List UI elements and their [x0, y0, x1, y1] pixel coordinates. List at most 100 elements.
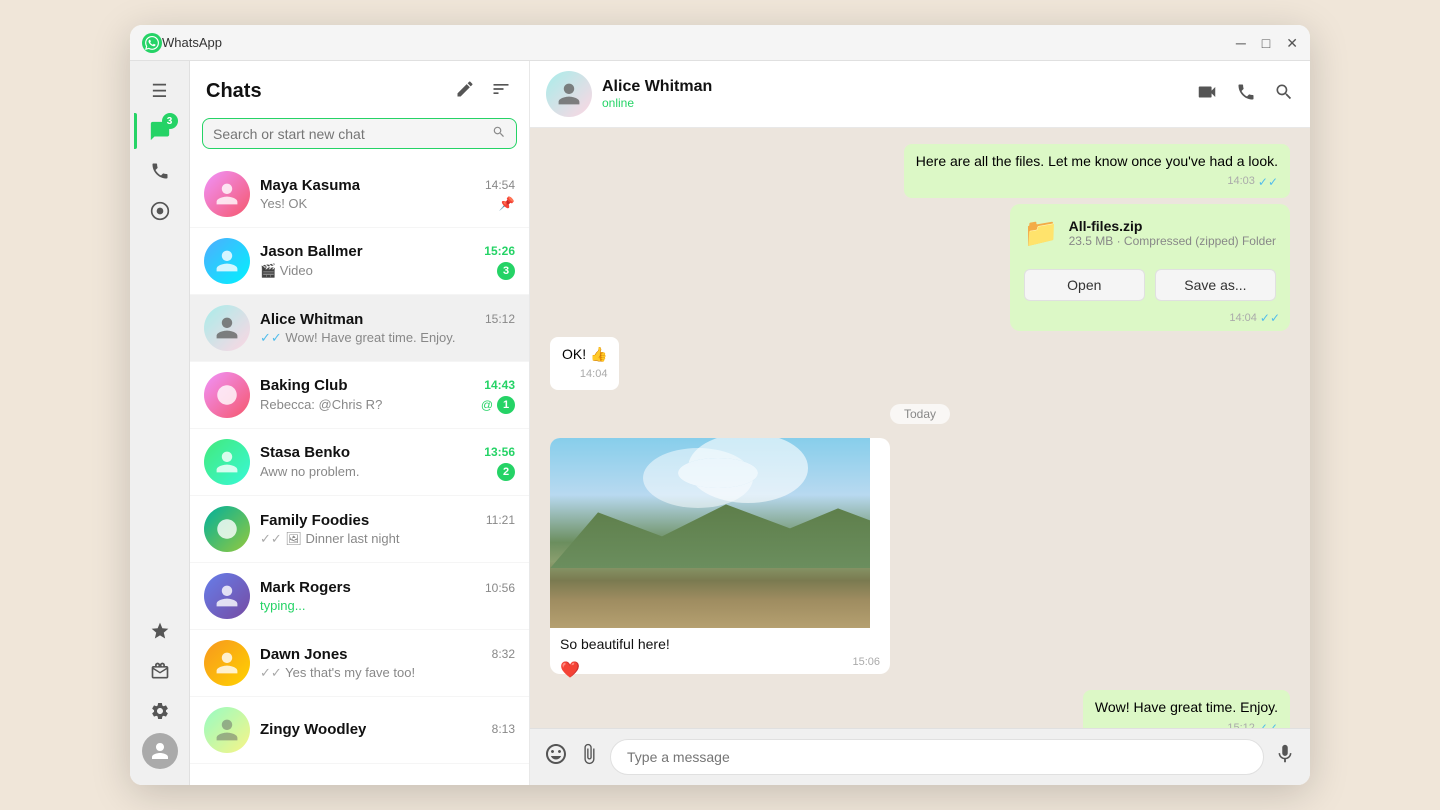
chat-time-alice: 15:12 [485, 312, 515, 326]
avatar-baking [204, 372, 250, 418]
video-call-button[interactable] [1196, 81, 1218, 108]
chat-list-header: Chats [190, 61, 529, 118]
message-5-text: Wow! Have great time. Enjoy. [1095, 699, 1278, 715]
chat-header-status: online [602, 96, 1196, 110]
chat-header-actions [1196, 81, 1294, 108]
nav-starred-icon[interactable] [142, 613, 178, 649]
search-input[interactable] [213, 126, 492, 142]
avatar-mark [204, 573, 250, 619]
message-4-time: 15:06 [852, 656, 880, 668]
chat-name-mark: Mark Rogers [260, 579, 351, 596]
avatar-alice [204, 305, 250, 351]
nav-calls-icon[interactable] [142, 153, 178, 189]
message-1-ticks: ✓✓ [1258, 174, 1278, 191]
image-caption: So beautiful here! [550, 628, 890, 656]
voice-call-button[interactable] [1236, 81, 1256, 108]
save-file-button[interactable]: Save as... [1155, 269, 1276, 301]
message-2-ticks: ✓✓ [1260, 311, 1280, 325]
nav-status-icon[interactable] [142, 193, 178, 229]
chat-preview-maya: Yes! OK [260, 196, 499, 211]
unread-badge-baking: 1 [497, 396, 515, 414]
nav-settings-icon[interactable] [142, 693, 178, 729]
attach-button[interactable] [578, 743, 600, 771]
message-1-text: Here are all the files. Let me know once… [916, 153, 1278, 169]
nav-sidebar: ☰ 3 [130, 61, 190, 785]
chat-list-panel: Chats [190, 61, 530, 785]
chat-item-mark-rogers[interactable]: Mark Rogers 10:56 typing... [190, 563, 529, 630]
search-icon [492, 125, 506, 142]
nav-menu-icon[interactable]: ☰ [142, 73, 178, 109]
chat-header-info: Alice Whitman online [602, 78, 1196, 110]
emoji-button[interactable] [544, 742, 568, 772]
message-2-time: 14:04 [1229, 312, 1257, 324]
titlebar: WhatsApp ─ □ ✕ [130, 25, 1310, 61]
chat-item-family-foodies[interactable]: Family Foodies 11:21 ✓✓ 🖼 Dinner last ni… [190, 496, 529, 563]
chat-name-dawn: Dawn Jones [260, 646, 348, 663]
nav-bottom [142, 613, 178, 773]
chat-item-maya-kasuma[interactable]: Maya Kasuma 14:54 Yes! OK 📌 [190, 161, 529, 228]
chat-item-zingy-woodley[interactable]: Zingy Woodley 8:13 [190, 697, 529, 764]
chat-info-family: Family Foodies 11:21 ✓✓ 🖼 Dinner last ni… [260, 512, 515, 547]
close-button[interactable]: ✕ [1286, 36, 1298, 50]
message-3-time: 14:04 [580, 367, 608, 382]
chat-info-stasa: Stasa Benko 13:56 Aww no problem. 2 [260, 444, 515, 481]
message-4-wrapper: So beautiful here! 15:06 ❤️ [550, 438, 1290, 684]
mountain-photo [550, 438, 870, 628]
chat-preview-dawn: ✓✓ Yes that's my fave too! [260, 665, 515, 681]
chat-name-baking: Baking Club [260, 377, 348, 394]
chat-info-maya: Maya Kasuma 14:54 Yes! OK 📌 [260, 177, 515, 212]
chat-time-mark: 10:56 [485, 581, 515, 595]
app-window: WhatsApp ─ □ ✕ ☰ 3 [130, 25, 1310, 785]
message-input[interactable] [610, 739, 1264, 775]
chat-header-avatar[interactable] [546, 71, 592, 117]
image-meta: 15:06 [550, 656, 890, 674]
search-chat-button[interactable] [1274, 81, 1294, 108]
chat-name-jason: Jason Ballmer [260, 243, 363, 260]
chat-item-stasa-benko[interactable]: Stasa Benko 13:56 Aww no problem. 2 [190, 429, 529, 496]
open-file-button[interactable]: Open [1024, 269, 1145, 301]
new-chat-button[interactable] [453, 77, 477, 106]
chat-time-dawn: 8:32 [492, 647, 515, 661]
nav-archive-icon[interactable] [142, 653, 178, 689]
filter-button[interactable] [489, 77, 513, 106]
avatar-stasa [204, 439, 250, 485]
maximize-button[interactable]: □ [1262, 36, 1270, 50]
message-3-text: OK! 👍 [562, 346, 607, 362]
chat-main: 💬 🌿 ❤ 📞 Alice Whitman online [530, 61, 1310, 785]
avatar-maya [204, 171, 250, 217]
app-logo [142, 33, 162, 53]
message-1: Here are all the files. Let me know once… [904, 144, 1290, 198]
chat-name-stasa: Stasa Benko [260, 444, 350, 461]
file-info: 📁 All-files.zip 23.5 MB · Compressed (zi… [1010, 204, 1290, 249]
minimize-button[interactable]: ─ [1236, 36, 1246, 50]
message-1-time: 14:03 [1227, 174, 1255, 189]
nav-profile-avatar[interactable] [142, 733, 178, 769]
mic-button[interactable] [1274, 743, 1296, 771]
message-2-file: 📁 All-files.zip 23.5 MB · Compressed (zi… [1010, 204, 1290, 331]
chat-info-zingy: Zingy Woodley 8:13 [260, 721, 515, 740]
nav-chats-icon[interactable]: 3 [142, 113, 178, 149]
chat-item-dawn-jones[interactable]: Dawn Jones 8:32 ✓✓ Yes that's my fave to… [190, 630, 529, 697]
chat-info-mark: Mark Rogers 10:56 typing... [260, 579, 515, 613]
file-actions: Open Save as... [1010, 261, 1290, 309]
chat-list-title: Chats [206, 80, 262, 103]
file-icon: 📁 [1024, 216, 1059, 249]
messages-area: Here are all the files. Let me know once… [530, 128, 1310, 728]
unread-badge-stasa: 2 [497, 463, 515, 481]
chat-info-dawn: Dawn Jones 8:32 ✓✓ Yes that's my fave to… [260, 646, 515, 681]
chat-item-jason-ballmer[interactable]: Jason Ballmer 15:26 🎬 Video 3 [190, 228, 529, 295]
date-divider: Today [890, 404, 950, 424]
chat-preview-alice: ✓✓ Wow! Have great time. Enjoy. [260, 330, 515, 346]
chat-item-alice-whitman[interactable]: Alice Whitman 15:12 ✓✓ Wow! Have great t… [190, 295, 529, 362]
chat-time-zingy: 8:13 [492, 722, 515, 736]
chat-preview-family: ✓✓ 🖼 Dinner last night [260, 531, 515, 547]
app-body: ☰ 3 [130, 61, 1310, 785]
chat-item-baking-club[interactable]: Baking Club 14:43 Rebecca: @Chris R? @ 1 [190, 362, 529, 429]
message-2-meta: 14:04 ✓✓ [1010, 311, 1290, 331]
avatar-family [204, 506, 250, 552]
titlebar-app-name: WhatsApp [162, 35, 1236, 50]
chat-time-stasa: 13:56 [484, 445, 515, 459]
chat-info-baking: Baking Club 14:43 Rebecca: @Chris R? @ 1 [260, 377, 515, 414]
window-controls: ─ □ ✕ [1236, 36, 1298, 50]
chat-preview-jason: 🎬 Video [260, 263, 497, 279]
